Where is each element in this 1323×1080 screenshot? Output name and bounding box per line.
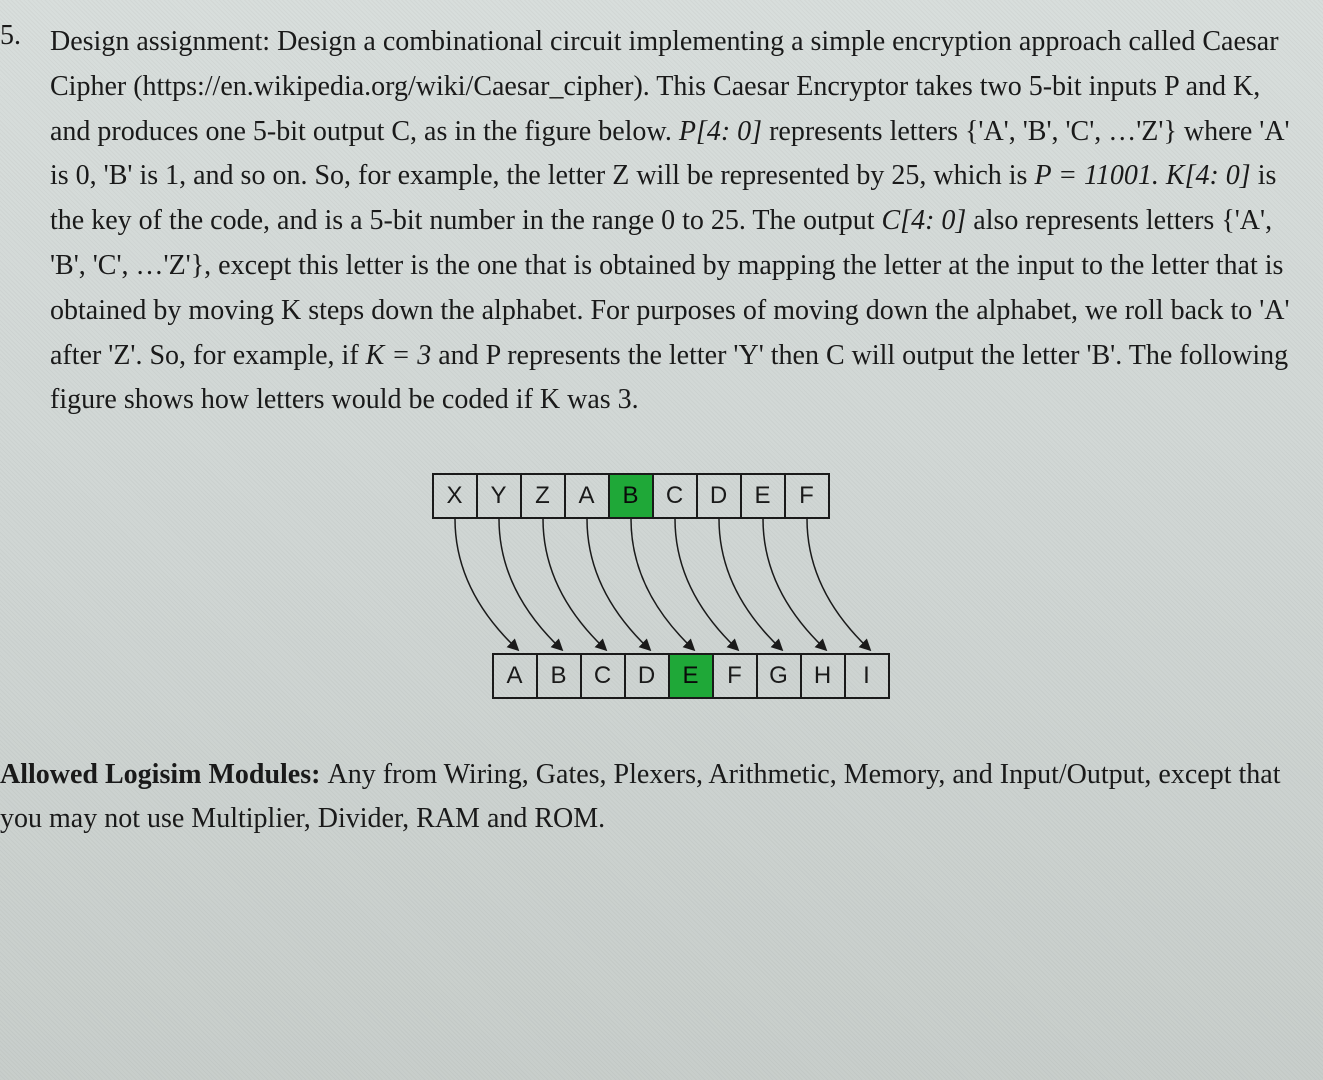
problem-text: Design assignment: Design a combinationa… (50, 20, 1293, 423)
letter-cell: A (492, 653, 538, 699)
ciphertext-row: A B C D E F G H I (492, 653, 890, 699)
letter-cell: C (652, 473, 698, 519)
p-notation: P[4: 0] (679, 116, 762, 147)
letter-cell: H (800, 653, 846, 699)
letter-cell: D (624, 653, 670, 699)
letter-cell-highlighted: E (668, 653, 714, 699)
letter-cell-highlighted: B (608, 473, 654, 519)
letter-cell: Y (476, 473, 522, 519)
letter-cell: E (740, 473, 786, 519)
letter-cell: D (696, 473, 742, 519)
letter-cell: A (564, 473, 610, 519)
allowed-label: Allowed Logisim Modules: (0, 759, 327, 790)
letter-cell: B (536, 653, 582, 699)
k-notation: K[4: 0] (1166, 160, 1251, 191)
k-equation: K = 3 (366, 340, 432, 371)
letter-cell: C (580, 653, 626, 699)
p-equation: P = 11001. (1034, 160, 1165, 191)
letter-cell: Z (520, 473, 566, 519)
plaintext-row: X Y Z A B C D E F (432, 473, 830, 519)
letter-cell: I (844, 653, 890, 699)
mapping-arrows (372, 519, 972, 653)
c-notation: C[4: 0] (882, 205, 967, 236)
letter-cell: G (756, 653, 802, 699)
problem-number: 5. (0, 20, 21, 52)
letter-cell: X (432, 473, 478, 519)
letter-cell: F (784, 473, 830, 519)
allowed-modules: Allowed Logisim Modules: Any from Wiring… (0, 753, 1293, 840)
letter-cell: F (712, 653, 758, 699)
cipher-diagram: X Y Z A B C D E F (372, 473, 972, 703)
